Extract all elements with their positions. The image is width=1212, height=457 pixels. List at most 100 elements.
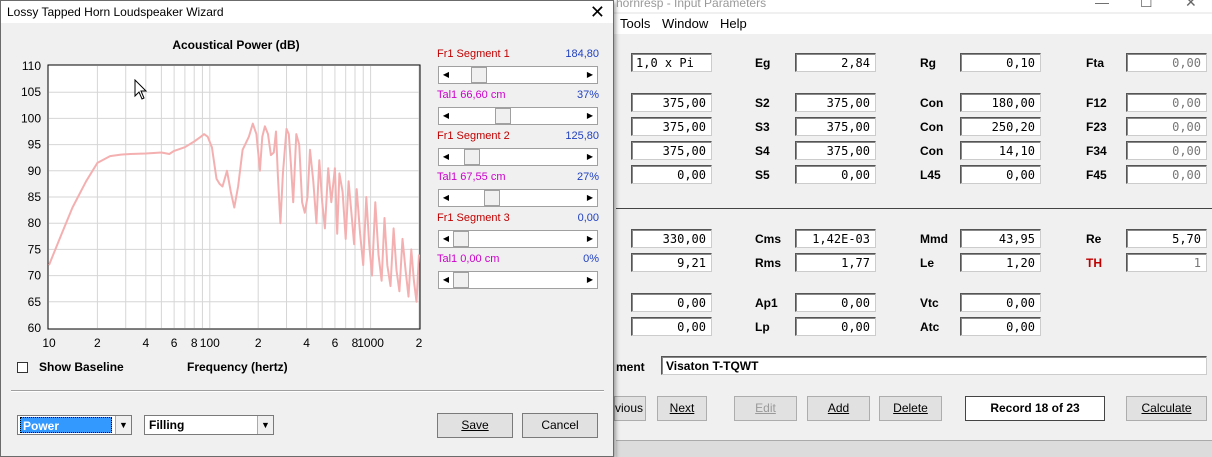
scroll-left-icon[interactable]: ◀: [439, 108, 453, 124]
param-field[interactable]: 0,00: [795, 293, 876, 312]
param-label: Eg: [755, 56, 771, 70]
param-field[interactable]: 1,42E-03: [795, 229, 876, 248]
param-field[interactable]: 180,00: [960, 93, 1041, 112]
param-field[interactable]: 375,00: [795, 117, 876, 136]
slider-thumb[interactable]: [483, 190, 500, 206]
y-tick-label: 65: [28, 295, 42, 309]
x-tick-label: 2: [416, 336, 423, 350]
scroll-left-icon[interactable]: ◀: [439, 231, 453, 247]
param-field[interactable]: 250,20: [960, 117, 1041, 136]
slider-thumb[interactable]: [495, 108, 512, 124]
segment-3-slider[interactable]: ◀ ▶: [438, 230, 598, 248]
power-select[interactable]: Power ▼: [17, 415, 132, 435]
param-field[interactable]: 5,70: [1126, 229, 1207, 248]
comment-field[interactable]: Visaton T-TQWT: [661, 356, 1207, 375]
scroll-right-icon[interactable]: ▶: [583, 272, 597, 288]
param-label: Vtc: [920, 296, 939, 310]
param-field[interactable]: 14,10: [960, 141, 1041, 160]
menu-help[interactable]: Help: [720, 16, 747, 31]
param-field[interactable]: 375,00: [795, 141, 876, 160]
param-field[interactable]: 0,00: [1126, 93, 1207, 112]
taper-1-slider[interactable]: ◀ ▶: [438, 107, 598, 125]
slider-thumb[interactable]: [471, 67, 488, 83]
scroll-left-icon[interactable]: ◀: [439, 149, 453, 165]
scroll-left-icon[interactable]: ◀: [439, 67, 453, 83]
next-button[interactable]: Next: [657, 396, 707, 421]
param-field[interactable]: 375,00: [631, 141, 712, 160]
param-field[interactable]: 1,77: [795, 253, 876, 272]
chevron-down-icon[interactable]: ▼: [115, 416, 131, 434]
x-tick-label: 2: [255, 336, 262, 350]
x-axis-label: Frequency (hertz): [187, 360, 288, 374]
taper-2-label: Tal1 67,55 cm: [437, 171, 506, 183]
close-icon[interactable]: ✕: [590, 1, 605, 23]
delete-button[interactable]: Delete: [879, 396, 942, 421]
close-window-icon[interactable]: ✕: [1185, 0, 1197, 11]
show-baseline-checkbox[interactable]: Show Baseline: [17, 360, 124, 374]
add-button[interactable]: Add: [807, 396, 870, 421]
scroll-right-icon[interactable]: ▶: [583, 190, 597, 206]
param-field[interactable]: 0,00: [1126, 53, 1207, 72]
x-tick-label: 8: [191, 336, 198, 350]
param-field[interactable]: 9,21: [631, 253, 712, 272]
param-label: Lp: [755, 320, 770, 334]
param-field[interactable]: 2,84: [795, 53, 876, 72]
param-field[interactable]: 375,00: [631, 117, 712, 136]
segment-3-label: Fr1 Segment 3: [437, 212, 510, 224]
scroll-left-icon[interactable]: ◀: [439, 272, 453, 288]
param-field[interactable]: 0,00: [1126, 165, 1207, 184]
maximize-icon[interactable]: ☐: [1140, 0, 1153, 11]
cancel-button[interactable]: Cancel: [522, 413, 598, 438]
menu-window[interactable]: Window: [662, 16, 708, 31]
param-field[interactable]: 0,00: [631, 317, 712, 336]
param-field[interactable]: 375,00: [795, 93, 876, 112]
param-field[interactable]: 0,00: [960, 317, 1041, 336]
slider-thumb[interactable]: [453, 231, 469, 247]
taper-2-slider[interactable]: ◀ ▶: [438, 189, 598, 207]
edit-button[interactable]: Edit: [734, 396, 797, 421]
param-field[interactable]: 0,10: [960, 53, 1041, 72]
segment-1-value: 184,80: [565, 48, 599, 60]
param-field[interactable]: 1: [1126, 253, 1207, 272]
y-tick-label: 85: [28, 190, 42, 204]
param-field[interactable]: 0,00: [631, 293, 712, 312]
chevron-down-icon[interactable]: ▼: [257, 416, 273, 434]
scroll-right-icon[interactable]: ▶: [583, 231, 597, 247]
param-field[interactable]: 0,00: [960, 165, 1041, 184]
segment-2-slider[interactable]: ◀ ▶: [438, 148, 598, 166]
param-field[interactable]: 43,95: [960, 229, 1041, 248]
param-field[interactable]: 0,00: [1126, 141, 1207, 160]
checkbox-box[interactable]: [17, 361, 28, 373]
calculate-button[interactable]: Calculate: [1126, 396, 1207, 421]
cancel-button-label: Cancel: [541, 418, 579, 432]
previous-button[interactable]: vious: [614, 396, 646, 421]
param-field[interactable]: 0,00: [795, 165, 876, 184]
minimize-icon[interactable]: —: [1095, 0, 1109, 10]
param-field[interactable]: 1,0 x Pi: [631, 53, 712, 72]
taper-3-slider[interactable]: ◀ ▶: [438, 271, 598, 289]
param-field[interactable]: 0,00: [960, 293, 1041, 312]
next-button-label: Next: [669, 401, 695, 415]
save-button[interactable]: Save: [437, 413, 513, 438]
scroll-right-icon[interactable]: ▶: [583, 67, 597, 83]
scroll-right-icon[interactable]: ▶: [583, 149, 597, 165]
x-tick-label: 10: [42, 336, 56, 350]
menu-tools[interactable]: Tools: [620, 16, 650, 31]
param-field[interactable]: 0,00: [1126, 117, 1207, 136]
param-field[interactable]: 0,00: [795, 317, 876, 336]
param-field[interactable]: 330,00: [631, 229, 712, 248]
param-field[interactable]: 375,00: [631, 93, 712, 112]
slider-thumb[interactable]: [464, 149, 481, 165]
segment-2-value: 125,80: [565, 130, 599, 142]
section-divider: [616, 208, 1212, 209]
param-field[interactable]: 1,20: [960, 253, 1041, 272]
segment-1-slider[interactable]: ◀ ▶: [438, 66, 598, 84]
filling-select[interactable]: Filling ▼: [144, 415, 274, 435]
slider-thumb[interactable]: [453, 272, 469, 288]
scroll-right-icon[interactable]: ▶: [583, 108, 597, 124]
segment-1-label: Fr1 Segment 1: [437, 48, 510, 60]
scroll-left-icon[interactable]: ◀: [439, 190, 453, 206]
param-field[interactable]: 0,00: [631, 165, 712, 184]
param-label: S4: [755, 144, 770, 158]
y-tick-label: 60: [28, 321, 42, 335]
